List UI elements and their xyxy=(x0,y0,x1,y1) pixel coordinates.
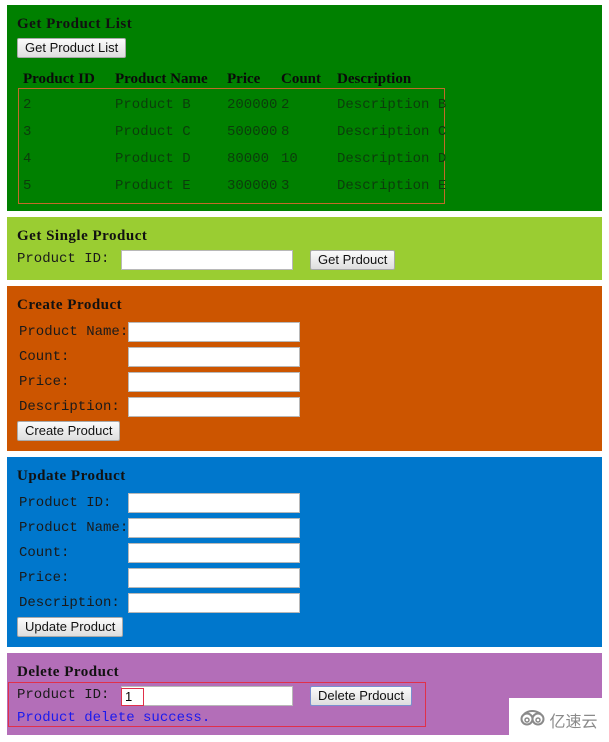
count-label: Count: xyxy=(19,545,70,561)
cell-product-name: Product E xyxy=(115,178,191,194)
product-name-label: Product Name: xyxy=(19,324,129,340)
cell-count: 2 xyxy=(281,97,290,113)
cell-description: Description D xyxy=(337,151,447,167)
product-id-label: Product ID: xyxy=(17,251,110,267)
cell-count: 3 xyxy=(281,178,290,194)
cell-price: 500000 xyxy=(227,124,278,140)
description-input[interactable] xyxy=(128,593,300,613)
cell-product-name: Product B xyxy=(115,97,191,113)
section-heading: Create Product xyxy=(17,297,123,313)
cell-product-id: 2 xyxy=(23,97,32,113)
cell-price: 200000 xyxy=(227,97,278,113)
section-heading: Get Single Product xyxy=(17,228,148,244)
product-id-input[interactable] xyxy=(128,493,300,513)
cell-product-id: 5 xyxy=(23,178,32,194)
cell-product-id: 3 xyxy=(23,124,32,140)
cell-price: 80000 xyxy=(227,151,270,167)
column-header-count: Count xyxy=(281,71,322,87)
description-input[interactable] xyxy=(128,397,300,417)
cell-product-id: 4 xyxy=(23,151,32,167)
price-label: Price: xyxy=(19,570,70,586)
product-id-input[interactable] xyxy=(121,686,293,706)
watermark-text: 亿速云 xyxy=(549,712,598,731)
section-heading: Update Product xyxy=(17,468,126,484)
cell-product-name: Product C xyxy=(115,124,191,140)
cell-product-name: Product D xyxy=(115,151,191,167)
column-header-product-id: Product ID xyxy=(23,71,95,87)
column-header-description: Description xyxy=(337,71,412,87)
description-label: Description: xyxy=(19,399,120,415)
create-product-section: Create Product Product Name: Count: Pric… xyxy=(7,286,602,451)
cell-count: 8 xyxy=(281,124,290,140)
description-label: Description: xyxy=(19,595,120,611)
product-id-label: Product ID: xyxy=(19,495,112,511)
count-label: Count: xyxy=(19,349,70,365)
price-input[interactable] xyxy=(128,372,300,392)
cell-description: Description B xyxy=(337,97,447,113)
cell-count: 10 xyxy=(281,151,298,167)
watermark: 亿速云 xyxy=(509,698,609,742)
product-id-input[interactable] xyxy=(121,250,293,270)
product-id-label: Product ID: xyxy=(17,687,110,703)
get-product-button[interactable]: Get Prdouct xyxy=(310,250,396,270)
get-single-product-section: Get Single Product Product ID: Get Prdou… xyxy=(7,217,602,280)
column-header-product-name: Product Name xyxy=(115,71,208,87)
section-heading: Get Product List xyxy=(17,16,133,32)
section-heading: Delete Product xyxy=(17,664,120,680)
cloud-logo-icon xyxy=(520,710,546,730)
price-label: Price: xyxy=(19,374,70,390)
update-product-button[interactable]: Update Product xyxy=(17,617,124,637)
count-input[interactable] xyxy=(128,347,300,367)
create-product-button[interactable]: Create Product xyxy=(17,421,121,441)
status-message: Product delete success. xyxy=(17,710,211,726)
column-header-price: Price xyxy=(227,71,261,87)
cell-price: 300000 xyxy=(227,178,278,194)
product-name-label: Product Name: xyxy=(19,520,129,536)
delete-product-button[interactable]: Delete Prdouct xyxy=(310,686,412,706)
get-product-list-button[interactable]: Get Product List xyxy=(17,38,127,58)
price-input[interactable] xyxy=(128,568,300,588)
cell-description: Description C xyxy=(337,124,447,140)
count-input[interactable] xyxy=(128,543,300,563)
cell-description: Description E xyxy=(337,178,447,194)
update-product-section: Update Product Product ID: Product Name:… xyxy=(7,457,602,647)
product-name-input[interactable] xyxy=(128,518,300,538)
get-product-list-section: Get Product List Get Product List Produc… xyxy=(7,5,602,211)
product-name-input[interactable] xyxy=(128,322,300,342)
